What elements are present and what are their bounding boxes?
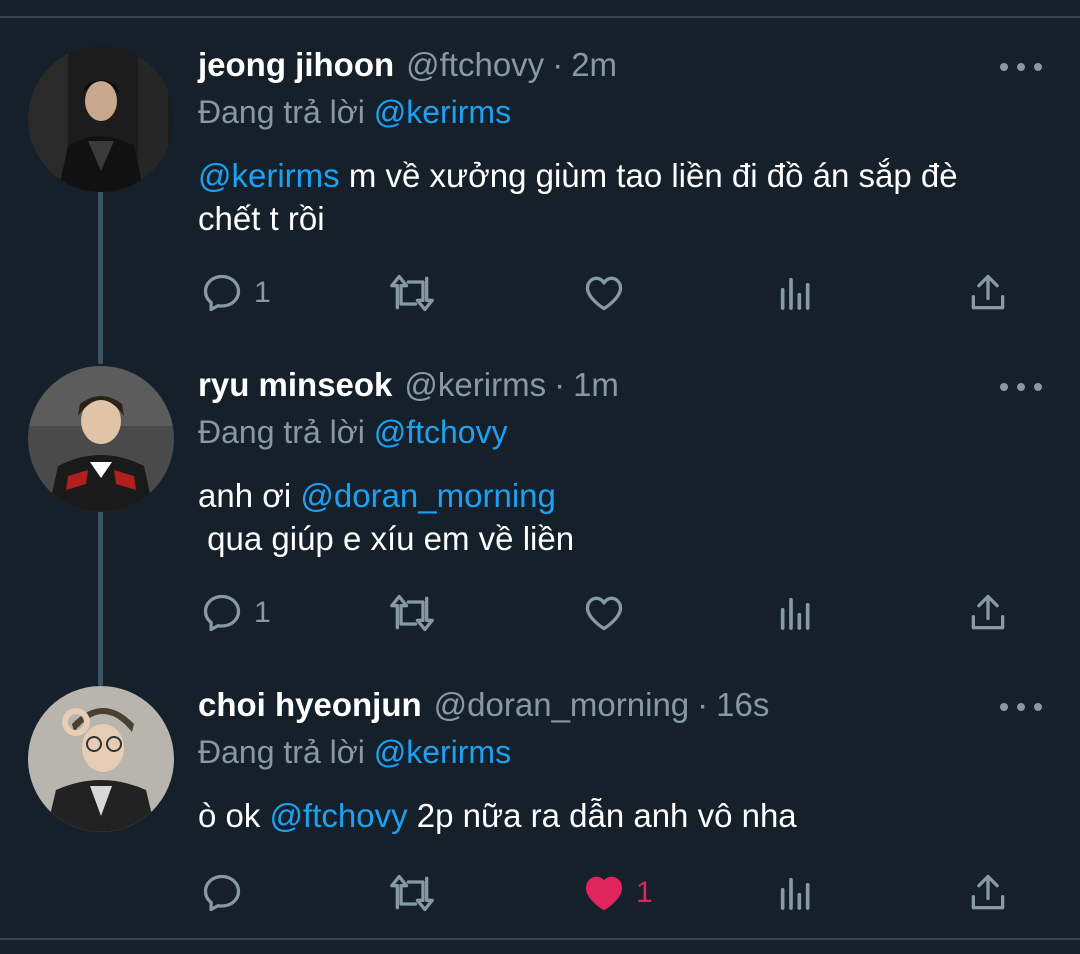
tweet-text-line: @kerirms m về xưởng giùm tao liền đi đồ … bbox=[198, 154, 1058, 197]
reply-icon bbox=[203, 874, 241, 912]
user-handle[interactable]: @ftchovy bbox=[406, 46, 544, 84]
reply-icon bbox=[203, 594, 241, 632]
reply-count: 1 bbox=[254, 276, 271, 309]
reply-button[interactable]: 1 bbox=[200, 268, 271, 318]
reply-icon bbox=[203, 274, 241, 312]
share-icon bbox=[971, 274, 1005, 310]
tweet-text-line: chết t rồi bbox=[198, 197, 1058, 240]
replying-to: Đang trả lời @kerirms bbox=[198, 94, 511, 131]
analytics-button[interactable] bbox=[776, 268, 816, 318]
analytics-icon bbox=[780, 277, 810, 310]
conversation-thread: jeong jihoon @ftchovy · 2m Đang trả lời … bbox=[0, 0, 1080, 954]
retweet-button[interactable] bbox=[388, 588, 436, 638]
tweet-text-line: ò ok @ftchovy 2p nữa ra dẫn anh vô nha bbox=[198, 794, 1058, 837]
tweet-text-content: chết t rồi bbox=[198, 200, 325, 237]
bottom-divider bbox=[0, 938, 1080, 940]
tweet-actions: 1 bbox=[0, 868, 1080, 918]
like-button[interactable] bbox=[582, 268, 626, 318]
reply-button[interactable]: 1 bbox=[200, 588, 271, 638]
share-icon bbox=[971, 594, 1005, 630]
replying-to-mention[interactable]: @ftchovy bbox=[374, 414, 508, 450]
heart-icon bbox=[585, 276, 623, 311]
tweet-text: ò ok @ftchovy 2p nữa ra dẫn anh vô nha bbox=[198, 794, 1058, 837]
reply-button[interactable] bbox=[200, 868, 244, 918]
replying-to-label: Đang trả lời bbox=[198, 414, 365, 450]
display-name[interactable]: jeong jihoon bbox=[198, 46, 394, 84]
mention-link[interactable]: @ftchovy bbox=[270, 797, 408, 834]
tweet-text-content: qua giúp e xíu em về liền bbox=[198, 520, 575, 557]
tweet-text-content: m về xưởng giùm tao liền đi đồ án sắp đè bbox=[339, 157, 958, 194]
timestamp[interactable]: 1m bbox=[573, 366, 619, 404]
replying-to-mention[interactable]: @kerirms bbox=[374, 734, 511, 770]
share-button[interactable] bbox=[966, 588, 1010, 638]
tweet-3[interactable]: choi hyeonjun @doran_morning · 16s Đang … bbox=[0, 686, 1080, 936]
retweet-icon bbox=[390, 874, 434, 912]
more-options-icon[interactable] bbox=[1000, 380, 1042, 394]
tweet-text-content: ò ok bbox=[198, 797, 270, 834]
replying-to-label: Đang trả lời bbox=[198, 734, 365, 770]
user-handle[interactable]: @doran_morning bbox=[434, 686, 689, 724]
tweet-text-content: anh ơi bbox=[198, 477, 301, 514]
like-count: 1 bbox=[636, 876, 653, 909]
replying-to: Đang trả lời @ftchovy bbox=[198, 414, 508, 451]
separator-dot: · bbox=[554, 366, 566, 403]
reply-count: 1 bbox=[254, 596, 271, 629]
tweet-header: ryu minseok @kerirms · 1m bbox=[198, 366, 619, 414]
retweet-icon bbox=[390, 594, 434, 632]
avatar[interactable] bbox=[28, 46, 174, 192]
replying-to-label: Đang trả lời bbox=[198, 94, 365, 130]
heart-icon bbox=[585, 596, 623, 631]
retweet-button[interactable] bbox=[388, 868, 436, 918]
tweet-1[interactable]: jeong jihoon @ftchovy · 2m Đang trả lời … bbox=[0, 46, 1080, 336]
user-handle[interactable]: @kerirms bbox=[404, 366, 546, 404]
person-avatar-icon bbox=[28, 46, 174, 192]
tweet-text-content: 2p nữa ra dẫn anh vô nha bbox=[407, 797, 797, 834]
mention-link[interactable]: @doran_morning bbox=[300, 477, 555, 514]
share-icon bbox=[971, 874, 1005, 910]
heart-filled-icon bbox=[585, 876, 623, 911]
more-options-icon[interactable] bbox=[1000, 700, 1042, 714]
tweet-text: anh ơi @doran_morning qua giúp e xíu em … bbox=[198, 474, 1058, 560]
like-button[interactable]: 1 bbox=[582, 868, 653, 918]
timestamp[interactable]: 16s bbox=[716, 686, 769, 724]
tweet-2[interactable]: ryu minseok @kerirms · 1m Đang trả lời @… bbox=[0, 366, 1080, 656]
analytics-button[interactable] bbox=[776, 588, 816, 638]
replying-to: Đang trả lời @kerirms bbox=[198, 734, 511, 771]
tweet-header: jeong jihoon @ftchovy · 2m bbox=[198, 46, 617, 94]
analytics-icon bbox=[780, 877, 810, 910]
tweet-text: @kerirms m về xưởng giùm tao liền đi đồ … bbox=[198, 154, 1058, 240]
display-name[interactable]: ryu minseok bbox=[198, 366, 392, 404]
display-name[interactable]: choi hyeonjun bbox=[198, 686, 422, 724]
tweet-text-line: anh ơi @doran_morning bbox=[198, 474, 1058, 517]
avatar[interactable] bbox=[28, 686, 174, 832]
person-avatar-icon bbox=[28, 686, 174, 832]
tweet-actions: 1 bbox=[0, 268, 1080, 318]
avatar[interactable] bbox=[28, 366, 174, 512]
separator-dot: · bbox=[697, 686, 709, 723]
tweet-actions: 1 bbox=[0, 588, 1080, 638]
retweet-button[interactable] bbox=[388, 268, 436, 318]
more-options-icon[interactable] bbox=[1000, 60, 1042, 74]
tweet-header: choi hyeonjun @doran_morning · 16s bbox=[198, 686, 769, 734]
person-avatar-icon bbox=[28, 366, 174, 512]
like-button[interactable] bbox=[582, 588, 626, 638]
top-divider bbox=[0, 16, 1080, 18]
analytics-icon bbox=[780, 597, 810, 630]
retweet-icon bbox=[390, 274, 434, 312]
share-button[interactable] bbox=[966, 868, 1010, 918]
replying-to-mention[interactable]: @kerirms bbox=[374, 94, 511, 130]
timestamp[interactable]: 2m bbox=[571, 46, 617, 84]
separator-dot: · bbox=[552, 46, 564, 83]
share-button[interactable] bbox=[966, 268, 1010, 318]
mention-link[interactable]: @kerirms bbox=[198, 157, 340, 194]
analytics-button[interactable] bbox=[776, 868, 816, 918]
tweet-text-line: qua giúp e xíu em về liền bbox=[198, 517, 1058, 560]
